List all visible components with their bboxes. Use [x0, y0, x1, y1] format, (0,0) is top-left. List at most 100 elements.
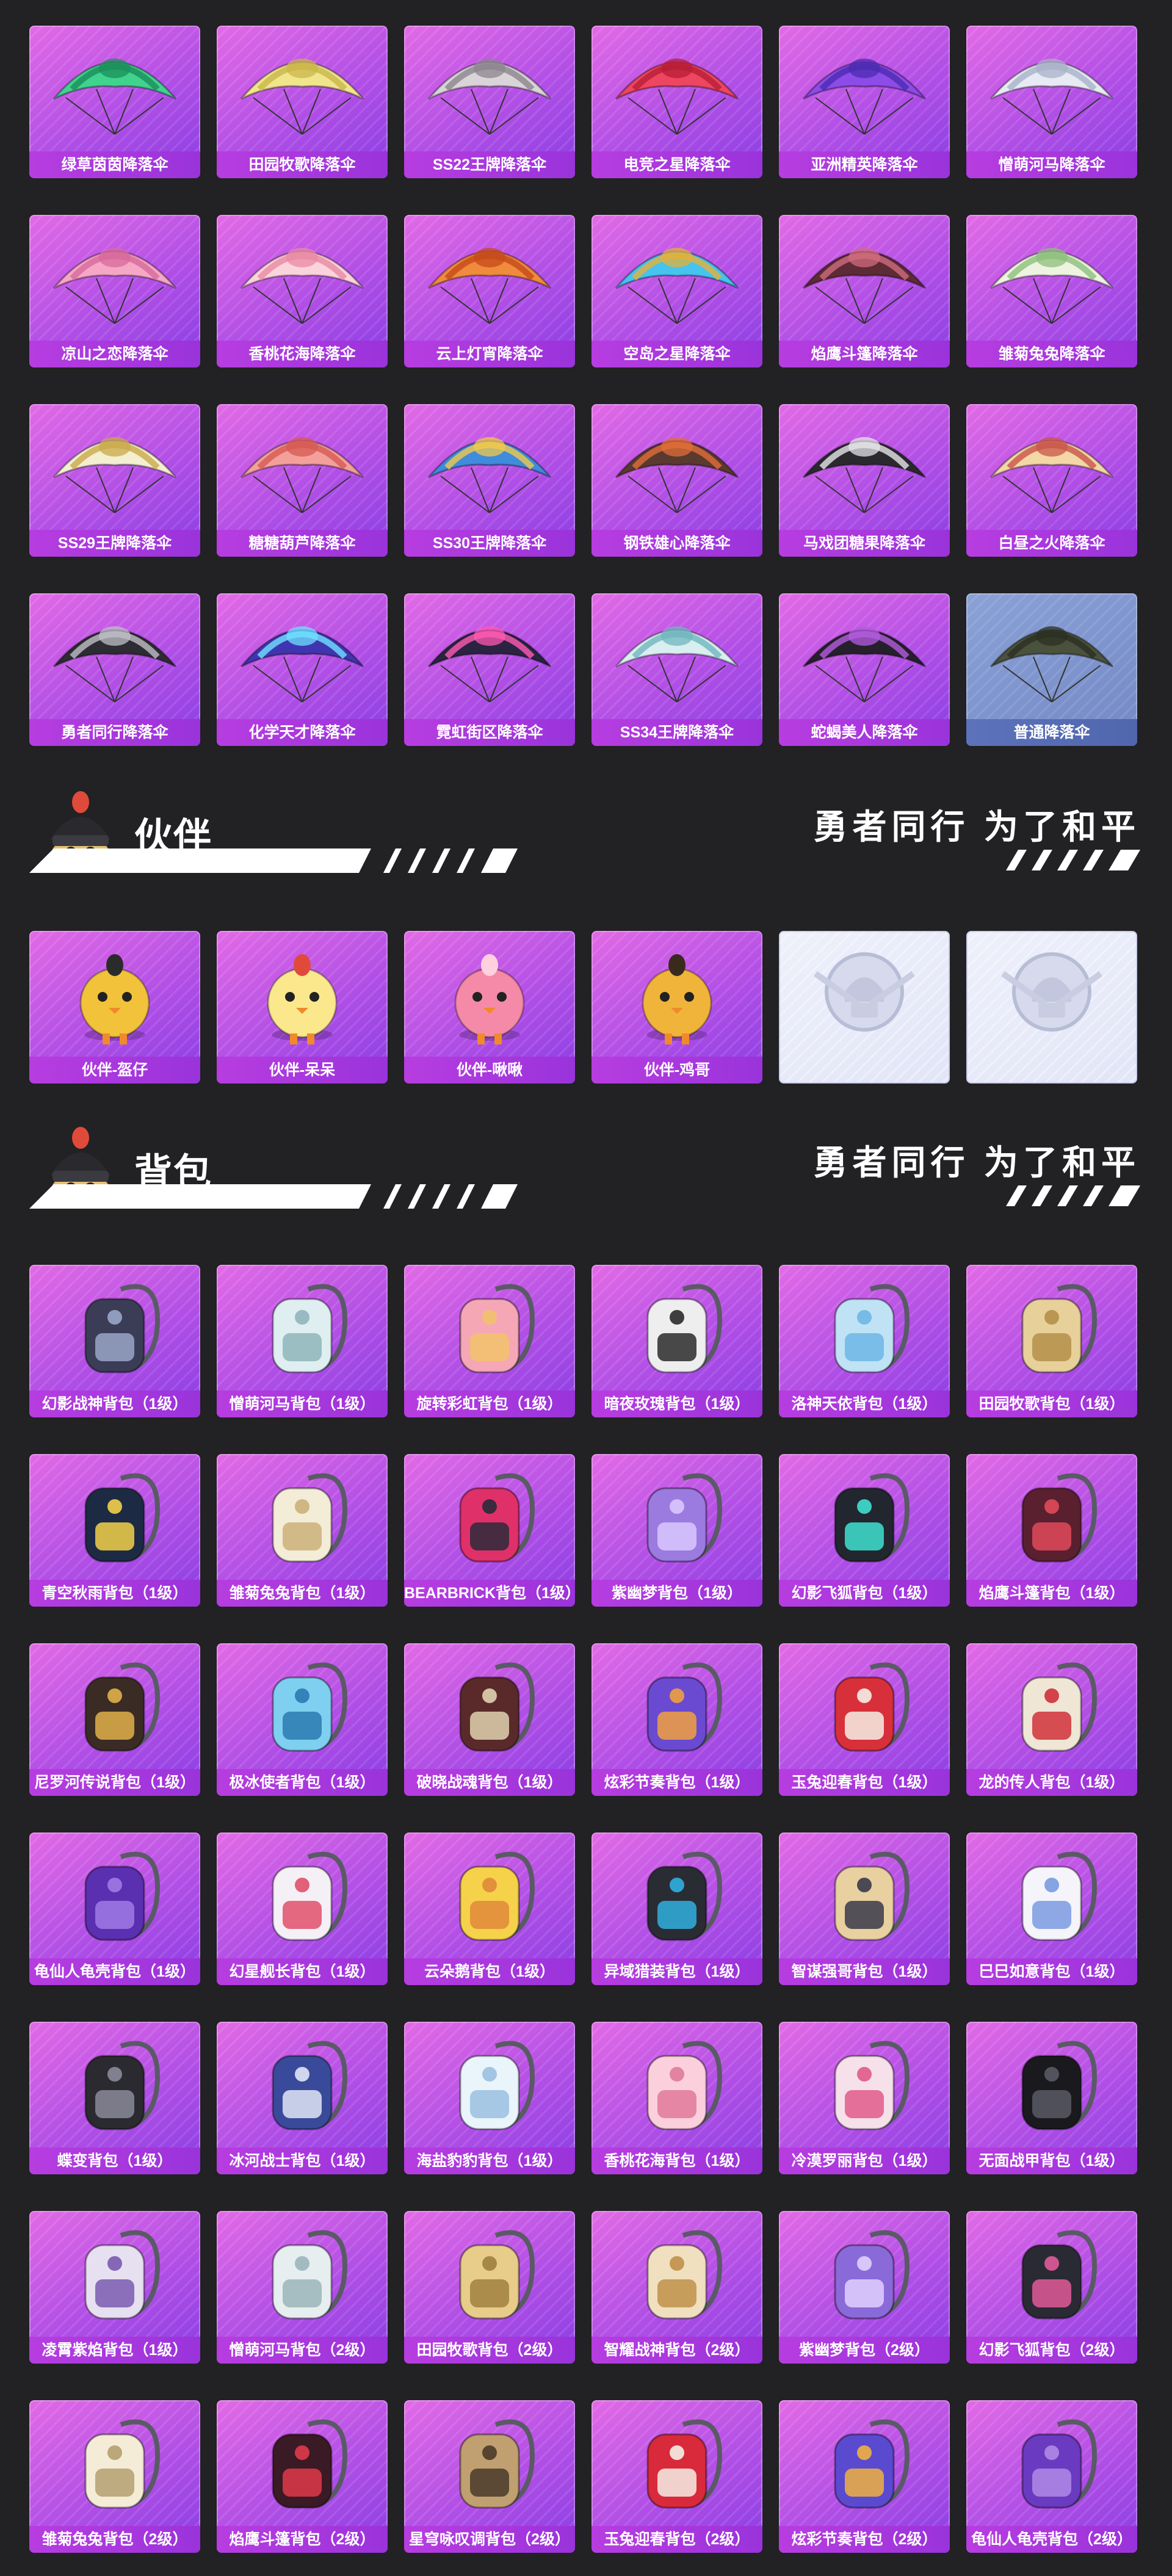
backpack-item-card[interactable]: 海盐豹豹背包（1级） [404, 2022, 575, 2174]
backpack-item-card[interactable]: 憎萌河马背包（1级） [217, 1265, 388, 1417]
backpack-item-card[interactable]: 玉兔迎春背包（2级） [591, 2400, 762, 2553]
backpack-item-card[interactable]: 龙的传人背包（1级） [966, 1643, 1137, 1796]
backpack-item-card[interactable]: 雏菊兔兔背包（1级） [217, 1454, 388, 1607]
backpack-item-label: 雏菊兔兔背包（1级） [217, 1580, 388, 1607]
backpack-item-card[interactable]: 巳巳如意背包（1级） [966, 1833, 1137, 1985]
parachute-item-card[interactable]: 马戏团糖果降落伞 [779, 404, 950, 557]
parachute-icon [52, 437, 177, 513]
backpack-item-card[interactable]: 冷漠罗丽背包（1级） [779, 2022, 950, 2174]
backpack-item-card[interactable]: BEARBRICK背包（1级） [404, 1454, 575, 1607]
backpack-item-card[interactable]: 紫幽梦背包（1级） [591, 1454, 762, 1607]
backpack-item-card[interactable]: 玉兔迎春背包（1级） [779, 1643, 950, 1796]
backpack-item-card[interactable]: 憎萌河马背包（2级） [217, 2211, 388, 2364]
locked-slot[interactable] [779, 931, 950, 1084]
backpack-item-card[interactable]: 炫彩节奏背包（1级） [591, 1643, 762, 1796]
backpack-item-card[interactable]: 田园牧歌背包（2级） [404, 2211, 575, 2364]
backpack-item-card[interactable]: 极冰使者背包（1级） [217, 1643, 388, 1796]
parachute-item-card[interactable]: SS22王牌降落伞 [404, 26, 575, 178]
parachute-item-card[interactable]: SS34王牌降落伞 [591, 593, 762, 746]
parachute-item-label: 绿草茵茵降落伞 [29, 151, 200, 178]
partner-character-icon [79, 954, 150, 1044]
parachute-item-label: 田园牧歌降落伞 [217, 151, 388, 178]
backpack-item-card[interactable]: 无面战甲背包（1级） [966, 2022, 1137, 2174]
partner-item-card[interactable]: 伙伴-鸡哥 [591, 931, 762, 1084]
parachute-item-card[interactable]: 亚洲精英降落伞 [779, 26, 950, 178]
parachute-item-card[interactable]: 凉山之恋降落伞 [29, 215, 200, 367]
parachute-icon [52, 626, 177, 703]
backpack-item-card[interactable]: 幻影飞狐背包（2级） [966, 2211, 1137, 2364]
backpack-icon [272, 2041, 348, 2130]
parachute-item-card[interactable]: SS30王牌降落伞 [404, 404, 575, 557]
parachute-item-card[interactable]: 憎萌河马降落伞 [966, 26, 1137, 178]
backpack-item-card[interactable]: 幻影战神背包（1级） [29, 1265, 200, 1417]
backpack-item-card[interactable]: 香桃花海背包（1级） [591, 2022, 762, 2174]
parachute-item-card[interactable]: 香桃花海降落伞 [217, 215, 388, 367]
backpack-item-card[interactable]: 田园牧歌背包（1级） [966, 1265, 1137, 1417]
backpack-item-label: 焰鹰斗篷背包（1级） [966, 1580, 1137, 1607]
slogan-stripes [1006, 1185, 1140, 1206]
backpack-item-label: 巳巳如意背包（1级） [966, 1958, 1137, 1985]
backpack-item-card[interactable]: 青空秋雨背包（1级） [29, 1454, 200, 1607]
backpack-section-header: 背包 勇者同行 为了和平 [0, 1117, 1172, 1221]
partner-item-card[interactable]: 伙伴-盔仔 [29, 931, 200, 1084]
backpack-icon [834, 1473, 910, 1563]
backpack-item-card[interactable]: 幻星舰长背包（1级） [217, 1833, 388, 1985]
locked-slot[interactable] [966, 931, 1137, 1084]
parachute-item-card[interactable]: 田园牧歌降落伞 [217, 26, 388, 178]
backpack-slogan: 勇者同行 为了和平 [813, 1143, 1140, 1182]
backpack-icon [1021, 1662, 1098, 1752]
backpack-item-card[interactable]: 龟仙人龟壳背包（1级） [29, 1833, 200, 1985]
parachute-item-card[interactable]: 空岛之星降落伞 [591, 215, 762, 367]
parachute-item-card[interactable]: 霓虹街区降落伞 [404, 593, 575, 746]
backpack-item-card[interactable]: 冰河战士背包（1级） [217, 2022, 388, 2174]
backpack-item-card[interactable]: 蝶变背包（1级） [29, 2022, 200, 2174]
backpack-item-label: 无面战甲背包（1级） [966, 2147, 1137, 2174]
backpack-item-card[interactable]: 旋转彩虹背包（1级） [404, 1265, 575, 1417]
parachute-item-label: 焰鹰斗篷降落伞 [779, 341, 950, 367]
parachute-item-card[interactable]: 勇者同行降落伞 [29, 593, 200, 746]
backpack-item-card[interactable]: 紫幽梦背包（2级） [779, 2211, 950, 2364]
backpack-item-card[interactable]: 异域猎装背包（1级） [591, 1833, 762, 1985]
backpack-item-card[interactable]: 星穹咏叹调背包（2级） [404, 2400, 575, 2553]
backpack-icon [1021, 1851, 1098, 1941]
parachute-item-label: 钢铁雄心降落伞 [591, 530, 762, 557]
backpack-item-card[interactable]: 破晓战魂背包（1级） [404, 1643, 575, 1796]
parachute-item-label: 蛇蝎美人降落伞 [779, 719, 950, 746]
parachute-item-card[interactable]: 云上灯宵降落伞 [404, 215, 575, 367]
backpack-item-card[interactable]: 炫彩节奏背包（2级） [779, 2400, 950, 2553]
parachute-item-label: 白昼之火降落伞 [966, 530, 1137, 557]
backpack-item-card[interactable]: 暗夜玫瑰背包（1级） [591, 1265, 762, 1417]
backpack-item-card[interactable]: 雏菊兔兔背包（2级） [29, 2400, 200, 2553]
parachute-item-card[interactable]: 糖糖葫芦降落伞 [217, 404, 388, 557]
parachute-item-card[interactable]: SS29王牌降落伞 [29, 404, 200, 557]
backpack-icon [84, 2041, 161, 2130]
backpack-item-card[interactable]: 尼罗河传说背包（1级） [29, 1643, 200, 1796]
parachute-item-label: 电竞之星降落伞 [591, 151, 762, 178]
locked-emblem-icon [1001, 952, 1102, 1032]
backpack-item-label: 智耀战神背包（2级） [591, 2337, 762, 2364]
backpack-item-card[interactable]: 洛神天依背包（1级） [779, 1265, 950, 1417]
parachute-item-card[interactable]: 化学天才降落伞 [217, 593, 388, 746]
backpack-item-card[interactable]: 焰鹰斗篷背包（2级） [217, 2400, 388, 2553]
parachute-item-card[interactable]: 焰鹰斗篷降落伞 [779, 215, 950, 367]
parachute-item-card[interactable]: 蛇蝎美人降落伞 [779, 593, 950, 746]
parachute-item-card[interactable]: 绿草茵茵降落伞 [29, 26, 200, 178]
parachute-item-card[interactable]: 白昼之火降落伞 [966, 404, 1137, 557]
parachute-item-card[interactable]: 钢铁雄心降落伞 [591, 404, 762, 557]
backpack-item-card[interactable]: 智谋强哥背包（1级） [779, 1833, 950, 1985]
parachute-item-card[interactable]: 雏菊兔兔降落伞 [966, 215, 1137, 367]
backpack-item-label: 蝶变背包（1级） [29, 2147, 200, 2174]
backpack-item-card[interactable]: 龟仙人龟壳背包（2级） [966, 2400, 1137, 2553]
backpack-icon [834, 2041, 910, 2130]
backpack-item-card[interactable]: 智耀战神背包（2级） [591, 2211, 762, 2364]
backpack-item-label: 云朵鹅背包（1级） [404, 1958, 575, 1985]
backpack-item-card[interactable]: 焰鹰斗篷背包（1级） [966, 1454, 1137, 1607]
partner-item-card[interactable]: 伙伴-呆呆 [217, 931, 388, 1084]
parachute-item-card[interactable]: 电竞之星降落伞 [591, 26, 762, 178]
backpack-item-card[interactable]: 云朵鹅背包（1级） [404, 1833, 575, 1985]
backpack-item-card[interactable]: 幻影飞狐背包（1级） [779, 1454, 950, 1607]
backpack-item-label: 凌霄紫焰背包（1级） [29, 2337, 200, 2364]
parachute-item-card[interactable]: 普通降落伞 [966, 593, 1137, 746]
backpack-item-card[interactable]: 凌霄紫焰背包（1级） [29, 2211, 200, 2364]
partner-item-card[interactable]: 伙伴-啾啾 [404, 931, 575, 1084]
